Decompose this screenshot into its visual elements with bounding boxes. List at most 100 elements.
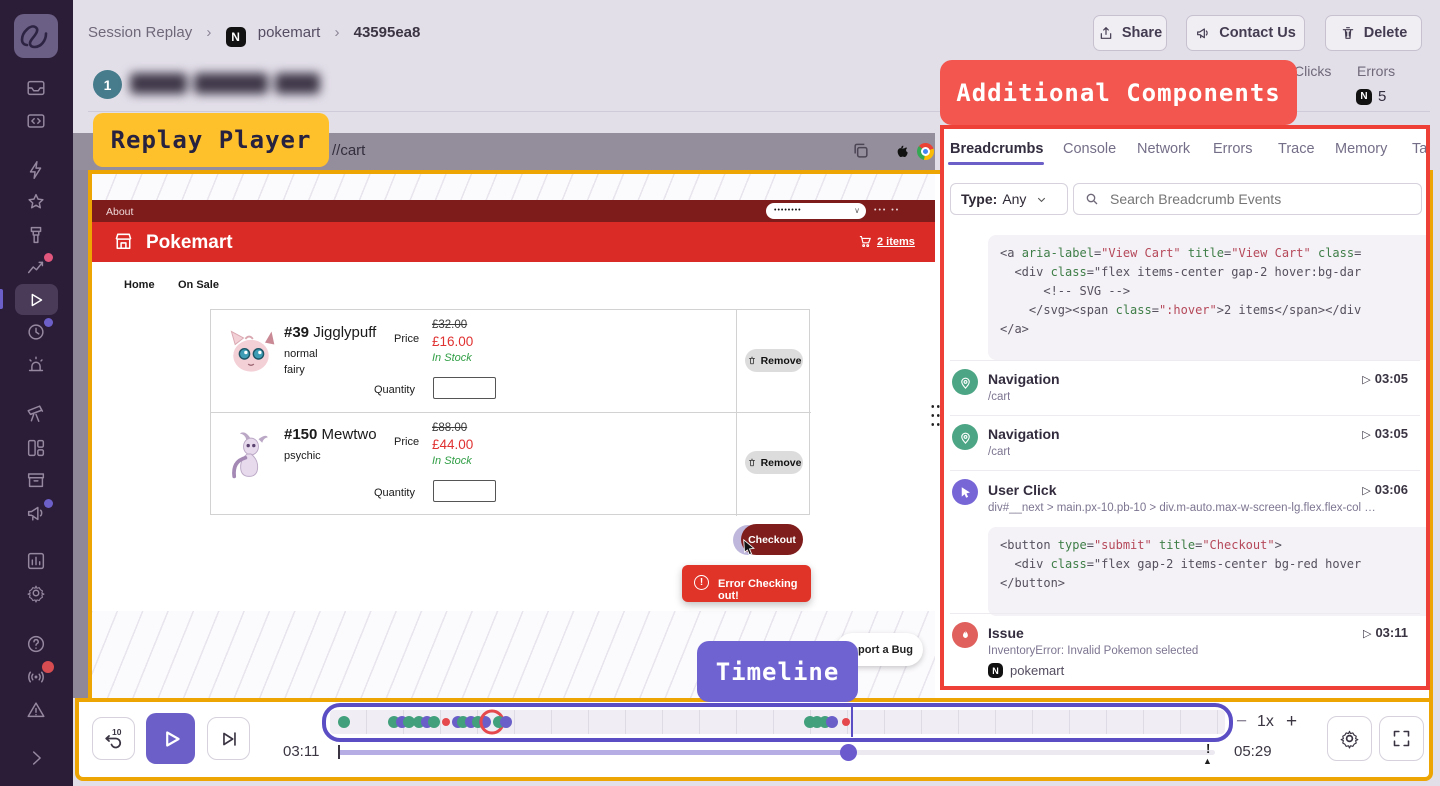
tab-network[interactable]: Network xyxy=(1137,141,1190,157)
panel-resize-handle[interactable] xyxy=(930,402,941,428)
quantity-input[interactable] xyxy=(433,377,496,399)
mouse-cursor xyxy=(742,538,759,557)
trash-icon xyxy=(747,355,757,366)
delete-button[interactable]: Delete xyxy=(1325,15,1422,51)
seek-start-tick xyxy=(338,745,340,759)
breadcrumb-detail: /cart xyxy=(988,446,1010,458)
errors-stat-value: N 5 xyxy=(1356,88,1386,105)
jigglypuff-image xyxy=(223,324,279,380)
sidebar-item-releases[interactable] xyxy=(25,469,47,491)
sidebar-item-explore[interactable] xyxy=(25,224,47,246)
remove-item-button[interactable]: Remove xyxy=(745,451,803,474)
tab-console[interactable]: Console xyxy=(1063,141,1116,157)
rewind-10-button[interactable]: 10 xyxy=(92,717,135,760)
skip-to-end-button[interactable] xyxy=(207,717,250,760)
sidebar-item-starred[interactable] xyxy=(25,191,47,213)
item-type: normal xyxy=(284,348,318,360)
annotation-timeline-outline xyxy=(322,703,1233,742)
sidebar-item-alerts[interactable] xyxy=(25,354,47,376)
sidebar-item-settings[interactable] xyxy=(25,582,47,604)
old-price: £32.00 xyxy=(432,319,467,331)
navigation-icon xyxy=(952,369,978,395)
share-icon xyxy=(1098,25,1114,41)
session-index: 1 xyxy=(104,77,112,93)
notification-dot xyxy=(42,661,54,673)
fire-issue-icon xyxy=(952,622,978,648)
code-line: <div class="flex items-center gap-2 hove… xyxy=(1000,263,1430,282)
search-input[interactable] xyxy=(1108,190,1411,208)
tab-trace[interactable]: Trace xyxy=(1278,141,1315,157)
replay-canvas: About •••••••• ∨ ••• •• Pokemart 2 items… xyxy=(92,174,935,698)
sidebar-collapse-toggle[interactable] xyxy=(25,747,47,769)
tab-errors[interactable]: Errors xyxy=(1213,141,1252,157)
type-filter-value: Any xyxy=(1002,191,1026,207)
quantity-input[interactable] xyxy=(433,480,496,502)
mewtwo-image xyxy=(223,426,279,482)
delete-label: Delete xyxy=(1364,25,1408,41)
replay-page-topbar: About •••••••• ∨ ••• •• xyxy=(92,200,935,222)
contact-us-button[interactable]: Contact Us xyxy=(1186,15,1305,51)
nav-onsale-link[interactable]: On Sale xyxy=(178,279,219,291)
stock-status: In Stock xyxy=(432,455,472,467)
type-filter-dropdown[interactable]: Type: Any xyxy=(950,183,1068,215)
tab-breadcrumbs[interactable]: Breadcrumbs xyxy=(950,141,1043,157)
alert-icon: ! xyxy=(694,575,709,590)
masked-menu: ••• •• xyxy=(874,207,900,214)
notification-dot xyxy=(44,318,53,327)
sidebar-item-dashboards[interactable] xyxy=(25,437,47,459)
store-page-body: Home On Sale xyxy=(92,262,935,611)
tab-memory[interactable]: Memory xyxy=(1335,141,1387,157)
player-settings-button[interactable] xyxy=(1327,716,1372,761)
breadcrumb-replay-id: 43595ea8 xyxy=(354,24,421,41)
quantity-label: Quantity xyxy=(374,384,415,396)
divider xyxy=(950,613,1420,614)
remove-item-button[interactable]: Remove xyxy=(745,349,803,372)
copy-url-icon[interactable] xyxy=(851,141,871,161)
sidebar-item-replays[interactable] xyxy=(25,289,47,311)
play-button[interactable] xyxy=(146,713,195,764)
play-icon xyxy=(158,726,184,752)
type-filter-label: Type: xyxy=(961,191,997,207)
sidebar-item-service-status[interactable] xyxy=(25,699,47,721)
sidebar-item-discover[interactable] xyxy=(25,402,47,424)
breadcrumb-project[interactable]: pokemart xyxy=(258,24,321,41)
nav-home-link[interactable]: Home xyxy=(124,279,155,291)
fullscreen-button[interactable] xyxy=(1379,716,1424,761)
code-line: <div class="flex gap-2 items-center bg-r… xyxy=(1000,555,1430,574)
seek-bar[interactable] xyxy=(338,750,1215,755)
breadcrumb-time[interactable]: ▷03:11 xyxy=(1363,625,1408,640)
sidebar-item-projects[interactable] xyxy=(25,110,47,132)
masked-select[interactable]: •••••••• ∨ xyxy=(766,203,866,219)
clicks-stat-label: Clicks xyxy=(1294,63,1331,79)
tab-tags[interactable]: Tags xyxy=(1412,141,1430,157)
speed-value: 1x xyxy=(1257,713,1274,731)
redacted-session-title xyxy=(130,73,320,95)
replay-url: //cart xyxy=(332,142,365,159)
play-from-here-icon: ▷ xyxy=(1362,485,1370,497)
sidebar-item-issues[interactable] xyxy=(25,77,47,99)
cursor-click-icon xyxy=(952,479,978,505)
sentry-logo[interactable] xyxy=(14,14,58,58)
breadcrumb-time[interactable]: ▷03:06 xyxy=(1362,482,1408,497)
breadcrumb-time[interactable]: ▷03:05 xyxy=(1362,426,1408,441)
breadcrumb-session-replay[interactable]: Session Replay xyxy=(88,24,192,41)
sidebar-item-help[interactable] xyxy=(25,633,47,655)
share-button[interactable]: Share xyxy=(1093,15,1167,51)
seek-marker-arrow: ▲ xyxy=(1203,756,1212,766)
active-indicator xyxy=(0,289,3,309)
about-link[interactable]: About xyxy=(106,206,133,218)
sidebar xyxy=(0,0,73,786)
current-time: 03:11 xyxy=(283,743,319,760)
breadcrumb-time[interactable]: ▷03:05 xyxy=(1362,371,1408,386)
code-line: </button> xyxy=(1000,574,1430,593)
sidebar-item-quickstart[interactable] xyxy=(25,159,47,181)
speed-decrease-button[interactable]: − xyxy=(1236,711,1247,733)
play-from-here-icon: ▷ xyxy=(1362,374,1370,386)
session-replay-app: Session Replay › N pokemart › 43595ea8 S… xyxy=(0,0,1440,786)
error-toast: ! Error Checking out! xyxy=(682,565,811,602)
nextjs-project-icon: N xyxy=(226,27,246,47)
sidebar-item-stats[interactable] xyxy=(25,550,47,572)
html-snippet-block: <button type="submit" title="Checkout"> … xyxy=(988,527,1430,616)
cart-items-link[interactable]: 2 items xyxy=(877,236,915,248)
speed-increase-button[interactable]: + xyxy=(1286,711,1297,733)
